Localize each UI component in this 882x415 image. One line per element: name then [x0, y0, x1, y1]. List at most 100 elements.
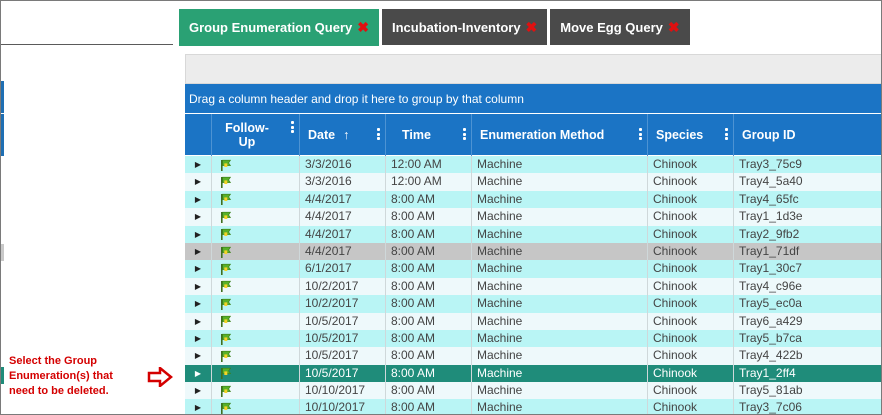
- triangle-right-icon[interactable]: ▶: [185, 173, 211, 190]
- follow-up-cell[interactable]: [211, 382, 299, 400]
- grid-header: Follow- Up Date ↑ Time Enumeration Metho…: [185, 113, 881, 156]
- group-id-cell: Tray3_75c9: [733, 156, 881, 174]
- table-row[interactable]: ▶ 10/2/2017 8:00 AM Machine Chinook Tray…: [185, 295, 881, 313]
- kebab-menu-icon[interactable]: [463, 128, 466, 140]
- triangle-right-icon[interactable]: ▶: [185, 330, 211, 347]
- date-cell: 6/1/2017: [299, 260, 385, 278]
- green-flag-icon: [221, 176, 232, 189]
- follow-up-cell[interactable]: [211, 190, 299, 209]
- triangle-right-icon[interactable]: ▶: [185, 226, 211, 243]
- follow-up-cell[interactable]: [211, 208, 299, 226]
- column-header-time[interactable]: Time: [385, 114, 471, 156]
- triangle-right-icon[interactable]: ▶: [185, 260, 211, 277]
- group-id-cell: Tray1_1d3e: [733, 208, 881, 226]
- triangle-right-icon[interactable]: ▶: [185, 365, 211, 382]
- column-header-species[interactable]: Species: [647, 114, 733, 156]
- species-cell: Chinook: [647, 260, 733, 278]
- table-row[interactable]: ▶ 4/4/2017 8:00 AM Machine Chinook Tray4…: [185, 190, 881, 209]
- tab-group-enumeration-query[interactable]: Group Enumeration Query ✖: [179, 9, 379, 46]
- left-panel: Select the Group Enumeration(s) that nee…: [1, 1, 173, 414]
- column-header-group-id[interactable]: Group ID: [733, 114, 881, 156]
- date-cell: 10/2/2017: [299, 295, 385, 313]
- triangle-right-icon[interactable]: ▶: [185, 156, 211, 173]
- follow-up-cell[interactable]: [211, 156, 299, 174]
- follow-up-cell[interactable]: [211, 347, 299, 365]
- enumeration-method-cell: Machine: [471, 312, 647, 330]
- triangle-right-icon[interactable]: ▶: [185, 313, 211, 330]
- tab-move-egg-query[interactable]: Move Egg Query ✖: [550, 9, 690, 45]
- close-icon[interactable]: ✖: [357, 19, 369, 36]
- species-cell: Chinook: [647, 208, 733, 226]
- column-header-enumeration-method[interactable]: Enumeration Method: [471, 114, 647, 156]
- tab-strip: Group Enumeration Query ✖ Incubation-Inv…: [179, 9, 693, 46]
- triangle-right-icon[interactable]: ▶: [185, 191, 211, 208]
- green-flag-icon: [221, 333, 232, 345]
- time-cell: 8:00 AM: [385, 260, 471, 278]
- kebab-menu-icon[interactable]: [291, 121, 294, 133]
- table-row[interactable]: ▶ 4/4/2017 8:00 AM Machine Chinook Tray1…: [185, 208, 881, 226]
- time-cell: 8:00 AM: [385, 190, 471, 209]
- triangle-right-icon[interactable]: ▶: [185, 295, 211, 312]
- follow-up-cell[interactable]: [211, 225, 299, 243]
- group-by-drop-zone[interactable]: Drag a column header and drop it here to…: [185, 84, 881, 113]
- triangle-right-icon[interactable]: ▶: [185, 208, 211, 225]
- table-row[interactable]: ▶ 6/1/2017 8:00 AM Machine Chinook Tray1…: [185, 260, 881, 278]
- time-cell: 8:00 AM: [385, 295, 471, 313]
- enumeration-method-cell: Machine: [471, 208, 647, 226]
- green-flag-icon: [221, 403, 232, 414]
- follow-up-cell[interactable]: [211, 260, 299, 278]
- close-icon[interactable]: ✖: [668, 19, 680, 36]
- species-cell: Chinook: [647, 329, 733, 348]
- table-row[interactable]: ▶ 10/5/2017 8:00 AM Machine Chinook Tray…: [185, 347, 881, 365]
- date-cell: 10/10/2017: [299, 382, 385, 400]
- left-divider: [1, 44, 173, 45]
- table-row[interactable]: ▶ 10/5/2017 8:00 AM Machine Chinook Tray…: [185, 364, 881, 383]
- enumeration-method-cell: Machine: [471, 347, 647, 365]
- date-cell: 10/2/2017: [299, 277, 385, 296]
- triangle-right-icon[interactable]: ▶: [185, 399, 211, 414]
- date-cell: 10/10/2017: [299, 399, 385, 414]
- red-arrow-right-icon: [147, 367, 173, 387]
- green-flag-icon: [221, 263, 232, 276]
- kebab-menu-icon[interactable]: [639, 128, 642, 140]
- table-row[interactable]: ▶ 4/4/2017 8:00 AM Machine Chinook Tray2…: [185, 225, 881, 243]
- follow-up-cell[interactable]: [211, 329, 299, 348]
- delete-instruction-annotation: Select the Group Enumeration(s) that nee…: [9, 354, 139, 399]
- triangle-right-icon[interactable]: ▶: [185, 347, 211, 364]
- time-cell: 8:00 AM: [385, 242, 471, 261]
- follow-up-cell[interactable]: [211, 399, 299, 414]
- table-row[interactable]: ▶ 3/3/2016 12:00 AM Machine Chinook Tray…: [185, 173, 881, 191]
- table-row[interactable]: ▶ 10/10/2017 8:00 AM Machine Chinook Tra…: [185, 382, 881, 400]
- species-cell: Chinook: [647, 364, 733, 383]
- triangle-right-icon[interactable]: ▶: [185, 243, 211, 260]
- tab-incubation-inventory[interactable]: Incubation-Inventory ✖: [381, 9, 548, 45]
- table-row[interactable]: ▶ 10/5/2017 8:00 AM Machine Chinook Tray…: [185, 329, 881, 348]
- follow-up-cell[interactable]: [211, 277, 299, 296]
- follow-up-cell[interactable]: [211, 173, 299, 191]
- kebab-menu-icon[interactable]: [377, 128, 380, 140]
- column-header-date[interactable]: Date ↑: [299, 114, 385, 156]
- left-accent-bar: [1, 114, 4, 156]
- follow-up-cell[interactable]: [211, 295, 299, 313]
- table-row[interactable]: ▶ 10/2/2017 8:00 AM Machine Chinook Tray…: [185, 277, 881, 296]
- follow-up-cell[interactable]: [211, 312, 299, 330]
- table-row[interactable]: ▶ 10/5/2017 8:00 AM Machine Chinook Tray…: [185, 312, 881, 330]
- time-cell: 8:00 AM: [385, 347, 471, 365]
- follow-up-cell[interactable]: [211, 242, 299, 261]
- close-icon[interactable]: ✖: [526, 19, 538, 36]
- table-row[interactable]: ▶ 10/10/2017 8:00 AM Machine Chinook Tra…: [185, 399, 881, 414]
- triangle-right-icon[interactable]: ▶: [185, 278, 211, 295]
- column-header-follow-up[interactable]: Follow- Up: [211, 114, 299, 156]
- enumeration-method-cell: Machine: [471, 225, 647, 243]
- triangle-right-icon[interactable]: ▶: [185, 382, 211, 399]
- species-cell: Chinook: [647, 382, 733, 400]
- group-id-cell: Tray5_b7ca: [733, 329, 881, 348]
- table-row[interactable]: ▶ 4/4/2017 8:00 AM Machine Chinook Tray1…: [185, 242, 881, 261]
- green-flag-icon: [221, 159, 232, 171]
- kebab-menu-icon[interactable]: [725, 128, 728, 140]
- date-cell: 10/5/2017: [299, 364, 385, 383]
- green-flag-icon: [221, 298, 232, 310]
- table-row[interactable]: ▶ 3/3/2016 12:00 AM Machine Chinook Tray…: [185, 156, 881, 174]
- enumeration-method-cell: Machine: [471, 364, 647, 383]
- follow-up-cell[interactable]: [211, 364, 299, 383]
